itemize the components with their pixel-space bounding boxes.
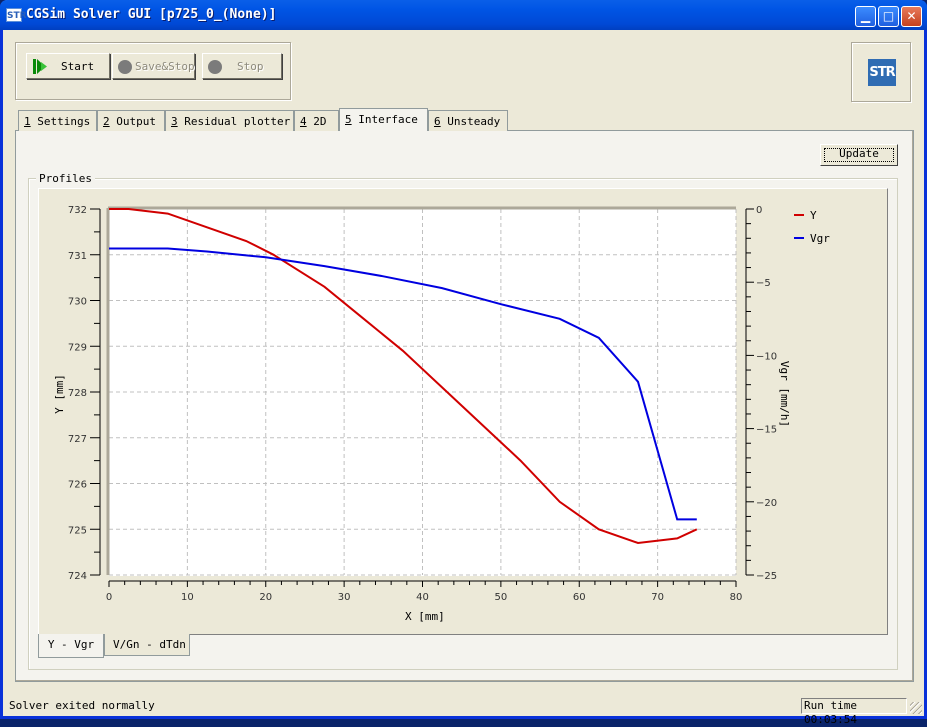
minimize-icon: ▁ <box>860 9 871 23</box>
tab-interface[interactable]: 5 Interface <box>339 108 428 131</box>
window-title: CGSim Solver GUI [p725_0_(None)] <box>26 7 277 22</box>
y-tick-label: 727 <box>68 434 87 445</box>
x-tick-label: 50 <box>495 592 508 603</box>
str-logo-icon: STR <box>6 8 27 22</box>
stop-button[interactable]: Stop <box>202 53 282 79</box>
tab-unsteady[interactable]: 6 Unsteady <box>428 110 508 131</box>
maximize-icon: □ <box>882 9 895 23</box>
x-axis-label: X [mm] <box>405 610 445 623</box>
profile-chart: 724 725 726 727 728 729 730 731 732 0 −5 −10 −15 −20 −… <box>53 205 830 623</box>
x-tick-label: 20 <box>259 592 272 603</box>
y2-tick-label: −15 <box>756 425 777 436</box>
start-button[interactable]: Start <box>26 53 110 79</box>
y-axis-label: Y [mm] <box>53 374 66 414</box>
x-tick-label: 10 <box>181 592 194 603</box>
y2-tick-label: −10 <box>756 351 777 362</box>
tab-settings[interactable]: 1 Settings <box>18 110 97 131</box>
resize-grip[interactable] <box>910 702 922 714</box>
y-tick-label: 730 <box>68 297 87 308</box>
stop-dot-icon <box>118 60 132 74</box>
x-tick-label: 70 <box>651 592 664 603</box>
play-icon <box>33 59 47 74</box>
y-tick-label: 729 <box>68 342 87 353</box>
str-logo: STR <box>868 59 896 86</box>
tab-output[interactable]: 2 Output <box>97 110 165 131</box>
profiles-group-label: Profiles <box>36 172 95 185</box>
y-tick-label: 724 <box>68 571 87 582</box>
close-icon: ✕ <box>906 9 917 23</box>
y2-tick-label: −25 <box>756 571 777 582</box>
y-tick-label: 731 <box>68 251 87 262</box>
update-button[interactable]: Update <box>820 144 898 166</box>
y-tick-label: 732 <box>68 205 87 216</box>
y2-tick-label: −5 <box>756 278 771 289</box>
close-button[interactable]: ✕ <box>901 6 922 27</box>
x-tick-label: 0 <box>106 592 112 603</box>
stop-label: Stop <box>237 59 264 73</box>
legend-label-y: Y <box>810 209 817 222</box>
x-tick-label: 40 <box>416 592 429 603</box>
save-stop-label: Save&Stop <box>135 59 195 73</box>
subtab-y-vgr[interactable]: Y - Vgr <box>38 634 104 658</box>
tab-residual-plotter[interactable]: 3 Residual plotter <box>165 110 294 131</box>
legend-label-vgr: Vgr <box>810 232 830 245</box>
x-tick-label: 30 <box>338 592 351 603</box>
stop-dot-icon <box>208 60 222 74</box>
start-label: Start <box>61 59 95 73</box>
minimize-button[interactable]: ▁ <box>855 6 876 27</box>
x-tick-label: 80 <box>730 592 743 603</box>
solver-control-box: Start Save&Stop Stop <box>15 42 291 100</box>
y2-tick-label: −20 <box>756 498 777 509</box>
chart-frame: 724 725 726 727 728 729 730 731 732 0 −5 −10 −15 −20 −… <box>38 188 888 635</box>
maximize-button[interactable]: □ <box>878 6 899 27</box>
save-stop-button[interactable]: Save&Stop <box>112 53 195 79</box>
x-tick-label: 60 <box>573 592 586 603</box>
tab-2d[interactable]: 4 2D <box>294 110 339 131</box>
title-bar[interactable]: STR CGSim Solver GUI [p725_0_(None)] ▁ □… <box>0 0 927 30</box>
y-tick-label: 728 <box>68 388 87 399</box>
status-message: Solver exited normally <box>9 699 155 712</box>
y-tick-label: 725 <box>68 525 87 536</box>
subtab-vgn-dtdn[interactable]: V/Gn - dTdn <box>104 634 190 656</box>
y2-tick-label: 0 <box>756 205 762 216</box>
y2-axis-label: Vgr [mm/h] <box>778 361 791 427</box>
run-time: Run time 00:03:54 <box>801 698 907 726</box>
logo-box: STR <box>851 42 911 102</box>
y-tick-label: 726 <box>68 480 87 491</box>
